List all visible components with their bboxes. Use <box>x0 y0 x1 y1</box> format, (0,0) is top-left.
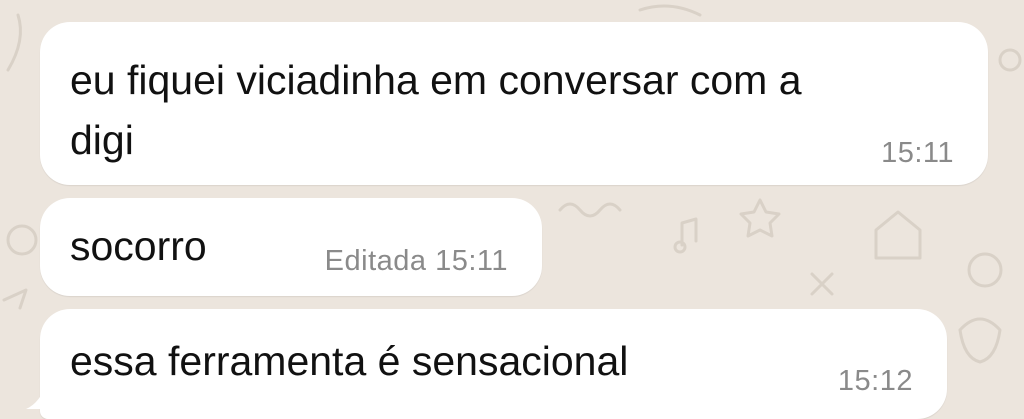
message-text-line: eu fiquei viciadinha em conversar com a <box>70 57 802 103</box>
message-bubble-received[interactable]: socorro Editada 15:11 <box>40 198 542 296</box>
doodle-bubble-icon <box>998 48 1022 72</box>
doodle-leaf-icon <box>6 13 22 72</box>
doodle-music-note-icon <box>680 217 698 247</box>
doodle-house-icon <box>874 210 922 260</box>
message-bubble-received[interactable]: essa ferramenta é sensacional 15:12 <box>40 309 947 419</box>
message-text-line: digi <box>70 117 134 163</box>
message-edited-timestamp: Editada 15:11 <box>324 245 508 277</box>
doodle-dino-icon <box>638 4 702 17</box>
message-timestamp: 15:11 <box>881 137 954 169</box>
doodle-flower-icon <box>967 252 1003 288</box>
doodle-star-icon <box>739 198 781 238</box>
message-text: socorro <box>70 223 207 269</box>
message-bubble-received[interactable]: eu fiquei viciadinha em conversar com a … <box>40 22 988 185</box>
doodle-cat-icon <box>958 317 1002 364</box>
doodle-circle-icon <box>6 224 38 256</box>
doodle-cross-icon <box>810 272 834 296</box>
message-tail-icon <box>26 381 62 409</box>
message-text: eu fiquei viciadinha em conversar com a … <box>70 50 802 170</box>
message-text: essa ferramenta é sensacional <box>70 338 629 384</box>
doodle-squiggle-icon <box>558 202 622 218</box>
doodle-note-head-icon <box>673 240 687 254</box>
message-timestamp: 15:12 <box>837 365 913 397</box>
doodle-arrow-icon <box>2 288 28 310</box>
